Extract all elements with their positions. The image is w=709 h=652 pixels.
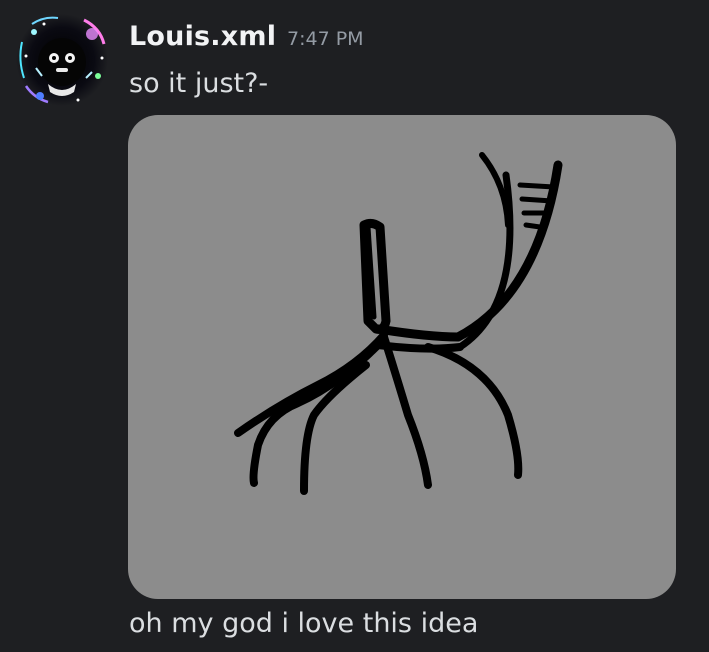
avatar-icon (16, 14, 108, 106)
message-text: so it just?- (129, 68, 269, 99)
username[interactable]: Louis.xml (129, 21, 276, 52)
attachment-drawing (234, 152, 563, 495)
image-attachment[interactable] (128, 115, 676, 599)
message-text: oh my god i love this idea (129, 608, 479, 639)
message-group: Louis.xml 7:47 PM so it just?- oh my god… (0, 0, 709, 652)
message-timestamp: 7:47 PM (287, 28, 364, 50)
user-avatar[interactable] (14, 12, 110, 108)
